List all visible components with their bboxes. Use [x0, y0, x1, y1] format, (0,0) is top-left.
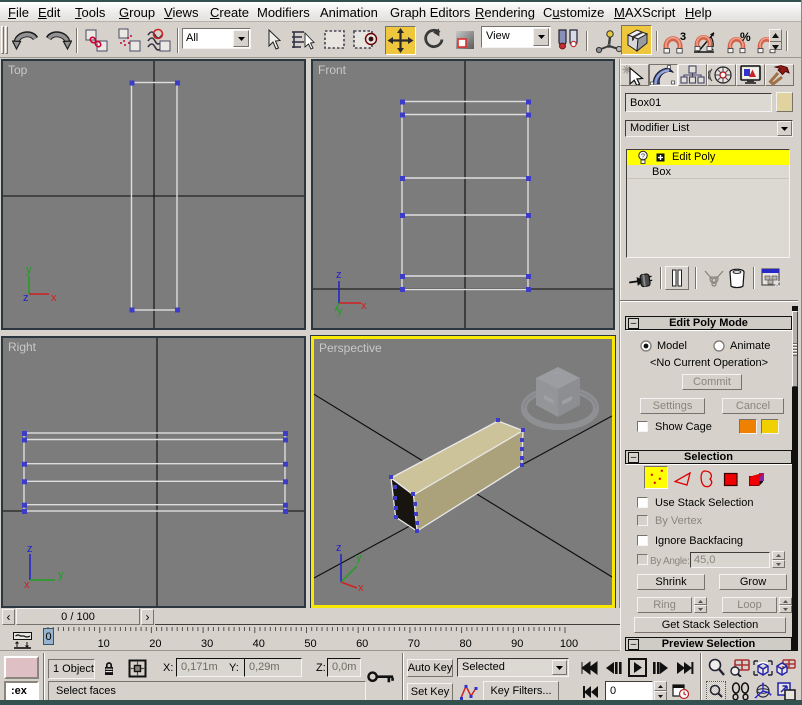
svg-text:60: 60 [356, 638, 368, 650]
svg-text:50: 50 [304, 638, 316, 650]
svg-text:y: y [356, 552, 362, 564]
svg-text:y: y [26, 264, 32, 276]
svg-text:z: z [27, 543, 33, 555]
svg-text:x: x [51, 292, 57, 304]
svg-text:x: x [24, 579, 30, 591]
svg-text:20: 20 [149, 638, 161, 650]
svg-text:30: 30 [201, 638, 213, 650]
svg-text:y: y [58, 569, 64, 581]
svg-text:Top: Top [8, 63, 28, 77]
svg-text:x: x [358, 582, 364, 594]
svg-text:z: z [336, 542, 342, 554]
svg-text:40: 40 [253, 638, 265, 650]
svg-text:Right: Right [8, 340, 37, 354]
svg-text:100: 100 [560, 638, 578, 650]
svg-text:y: y [337, 305, 343, 317]
svg-text:3: 3 [680, 32, 686, 43]
svg-text:%: % [740, 32, 751, 44]
svg-text:Perspective: Perspective [319, 341, 382, 355]
svg-text:Front: Front [318, 63, 347, 77]
svg-text:70: 70 [408, 638, 420, 650]
svg-text:z: z [336, 269, 342, 281]
svg-text:10: 10 [98, 638, 110, 650]
svg-text:z: z [23, 292, 29, 304]
svg-text:80: 80 [459, 638, 471, 650]
svg-text:90: 90 [511, 638, 523, 650]
svg-text:x: x [361, 300, 367, 312]
svg-text:?: ? [641, 154, 645, 161]
